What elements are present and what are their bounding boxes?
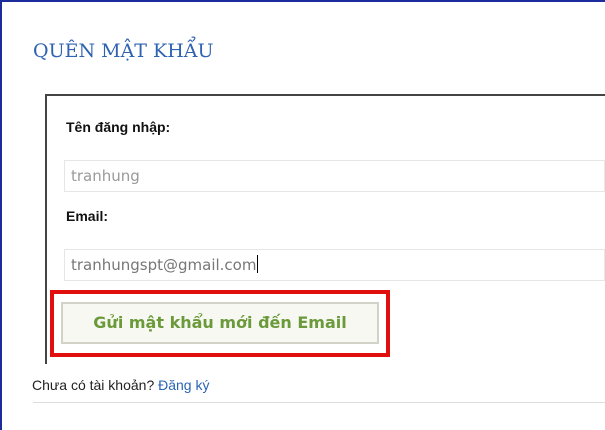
page-frame: QUÊN MẬT KHẨU Tên đăng nhập: tranhung Em…	[0, 0, 605, 430]
bottom-divider	[33, 402, 605, 403]
register-prompt: Chưa có tài khoản? Đăng ký	[32, 377, 209, 393]
register-prompt-text: Chưa có tài khoản?	[32, 377, 155, 393]
page-title: QUÊN MẬT KHẨU	[33, 40, 214, 62]
email-input[interactable]: tranhungspt@gmail.com	[64, 249, 605, 281]
email-value: tranhungspt@gmail.com	[71, 256, 257, 274]
register-link[interactable]: Đăng ký	[158, 377, 209, 393]
send-new-password-button[interactable]: Gửi mật khẩu mới đến Email	[61, 302, 379, 344]
text-caret	[257, 255, 259, 273]
email-label: Email:	[66, 208, 109, 224]
username-value: tranhung	[71, 167, 140, 185]
username-input[interactable]: tranhung	[64, 160, 605, 192]
username-label: Tên đăng nhập:	[66, 119, 171, 135]
